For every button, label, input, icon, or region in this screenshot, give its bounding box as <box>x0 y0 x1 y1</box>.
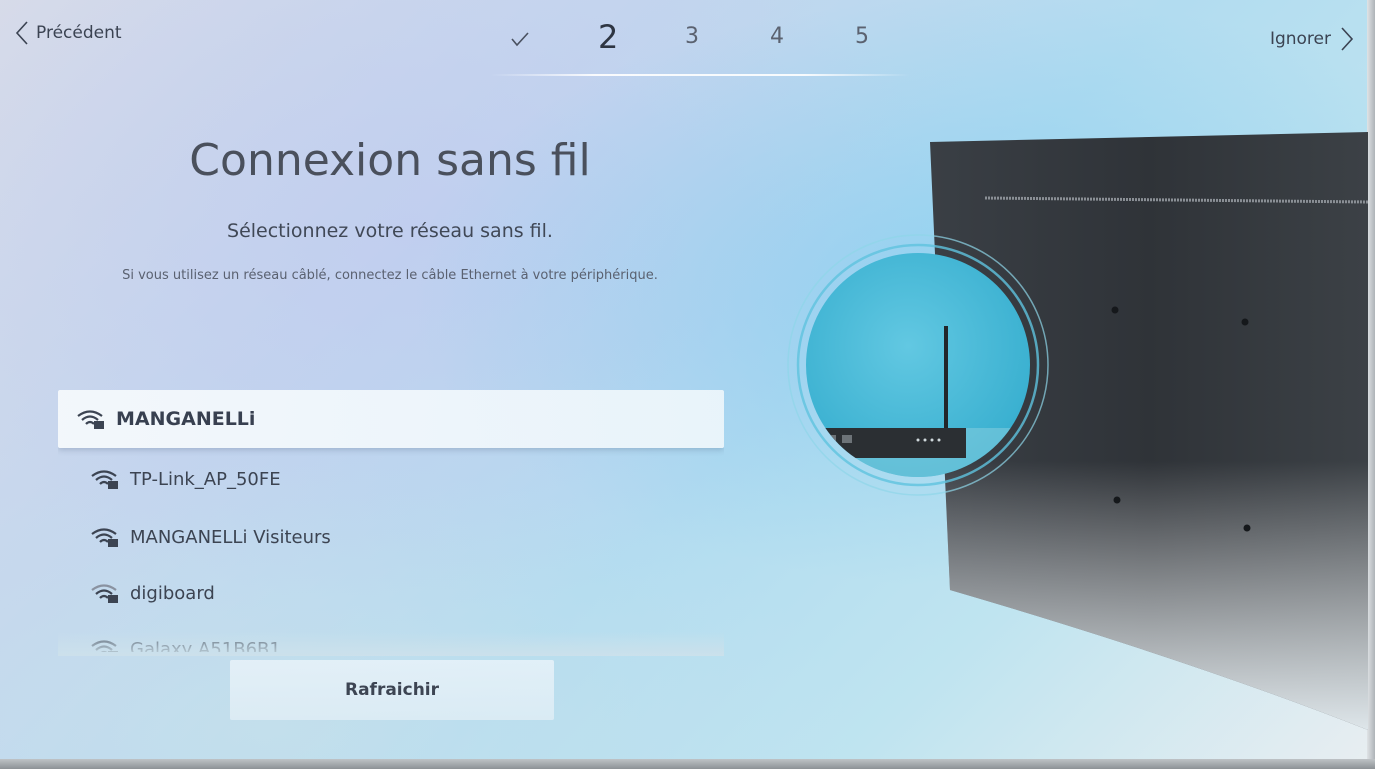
wifi-lock-icon <box>91 584 118 603</box>
network-item[interactable]: Galaxy A51B6B1 <box>58 620 724 652</box>
page-title: Connexion sans fil <box>189 135 591 186</box>
router-shape <box>806 428 966 458</box>
wifi-lock-icon <box>91 640 118 652</box>
network-item[interactable]: TP-Link_AP_50FE <box>58 450 724 508</box>
network-ssid: TP-Link_AP_50FE <box>130 468 281 490</box>
network-item[interactable]: digiboard <box>58 564 724 622</box>
check-icon <box>511 32 529 47</box>
network-ssid: digiboard <box>130 582 215 604</box>
network-item[interactable]: MANGANELLi Visiteurs <box>58 508 724 566</box>
skip-label: Ignorer <box>1269 29 1331 49</box>
wifi-lock-icon <box>77 410 104 429</box>
step-underline <box>490 74 910 76</box>
step-3: 3 <box>685 24 699 49</box>
step-5: 5 <box>855 24 869 49</box>
network-list[interactable]: MANGANELLi TP-Link_AP_50FE MANGANELLi Vi… <box>58 390 724 652</box>
network-ssid: Galaxy A51B6B1 <box>130 638 281 653</box>
chevron-left-icon <box>15 21 28 45</box>
back-button[interactable]: Précédent <box>14 20 122 46</box>
network-ssid: MANGANELLi Visiteurs <box>130 526 331 548</box>
wifi-lock-icon <box>91 470 118 489</box>
wifi-lock-icon <box>91 528 118 547</box>
network-item-selected[interactable]: MANGANELLi <box>58 390 724 448</box>
skip-button[interactable]: Ignorer <box>1270 26 1355 52</box>
step-4: 4 <box>770 24 784 49</box>
ethernet-hint: Si vous utilisez un réseau câblé, connec… <box>122 268 658 283</box>
page-subtitle: Sélectionnez votre réseau sans fil. <box>227 220 553 242</box>
network-ssid: MANGANELLi <box>116 408 256 430</box>
setup-step-indicator: 2 3 4 5 <box>490 18 910 78</box>
back-label: Précédent <box>36 23 122 43</box>
device-illustration <box>787 132 1369 730</box>
step-current: 2 <box>598 18 619 56</box>
chevron-right-icon <box>1341 27 1354 51</box>
screen-bezel-bottom <box>0 759 1375 769</box>
refresh-button[interactable]: Rafraichir <box>230 660 554 720</box>
top-bar: Précédent 2 3 4 5 Ignorer <box>0 0 1375 80</box>
